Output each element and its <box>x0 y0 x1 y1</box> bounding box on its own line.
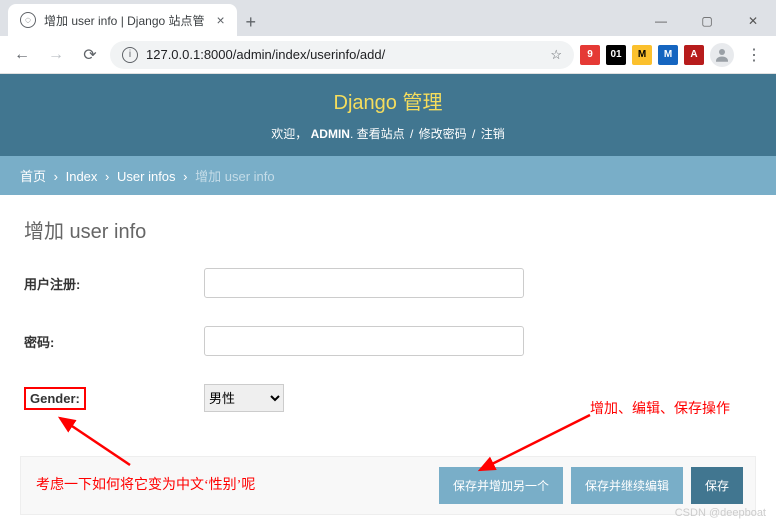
page-title: 增加 user info <box>24 215 752 244</box>
gender-select[interactable]: 男性 <box>204 384 284 412</box>
maximize-button[interactable]: ▢ <box>684 6 730 36</box>
ext-icon-4[interactable]: M <box>658 45 678 65</box>
reload-button[interactable]: ⟳ <box>76 41 104 69</box>
tab-title: 增加 user info | Django 站点管 <box>44 12 205 29</box>
ext-icon-1[interactable]: 9 <box>580 45 600 65</box>
extension-icons: 9 01 M M A <box>580 45 704 65</box>
view-site-link[interactable]: 查看站点 <box>357 127 405 141</box>
change-password-link[interactable]: 修改密码 <box>419 127 467 141</box>
user-links: 欢迎， ADMIN. 查看站点 / 修改密码 / 注销 <box>0 125 776 142</box>
breadcrumb-current: 增加 user info <box>195 169 274 184</box>
breadcrumb-app[interactable]: Index <box>66 169 98 184</box>
browser-tab-strip: ◌ 增加 user info | Django 站点管 × + — ▢ ✕ <box>0 0 776 36</box>
watermark: CSDN @deepboat <box>675 507 766 519</box>
form-row-username: 用户注册: <box>24 268 752 298</box>
logout-link[interactable]: 注销 <box>481 127 505 141</box>
django-header: Django 管理 欢迎， ADMIN. 查看站点 / 修改密码 / 注销 <box>0 74 776 156</box>
info-icon[interactable]: i <box>122 47 138 63</box>
close-window-button[interactable]: ✕ <box>730 6 776 36</box>
breadcrumb: 首页 › Index › User infos › 增加 user info <box>0 156 776 195</box>
address-bar[interactable]: i 127.0.0.1:8000/admin/index/userinfo/ad… <box>110 41 574 69</box>
username-label: 用户注册: <box>24 274 204 293</box>
forward-button[interactable]: → <box>42 41 70 69</box>
ext-icon-5[interactable]: A <box>684 45 704 65</box>
username-input[interactable] <box>204 268 524 298</box>
welcome-text: 欢迎， <box>271 127 307 141</box>
content: 增加 user info 用户注册: 密码: Gender: 男性 <box>0 195 776 460</box>
save-button[interactable]: 保存 <box>691 467 743 504</box>
gender-label-text: Gender: <box>24 387 86 410</box>
site-title: Django 管理 <box>0 86 776 115</box>
annotation-right: 增加、编辑、保存操作 <box>590 398 730 418</box>
browser-toolbar: ← → ⟳ i 127.0.0.1:8000/admin/index/useri… <box>0 36 776 74</box>
menu-button[interactable]: ⋮ <box>740 45 768 65</box>
gender-label: Gender: <box>24 391 204 406</box>
save-add-another-button[interactable]: 保存并增加另一个 <box>439 467 563 504</box>
window-controls: — ▢ ✕ <box>638 6 776 36</box>
bookmark-icon[interactable]: ☆ <box>550 47 562 63</box>
annotation-left: 考虑一下如何将它变为中文‘性别’呢 <box>36 474 255 494</box>
breadcrumb-home[interactable]: 首页 <box>20 169 46 184</box>
globe-icon: ◌ <box>20 12 36 28</box>
breadcrumb-model[interactable]: User infos <box>117 169 176 184</box>
browser-tab[interactable]: ◌ 增加 user info | Django 站点管 × <box>8 4 237 36</box>
profile-avatar[interactable] <box>710 43 734 67</box>
form-row-password: 密码: <box>24 326 752 356</box>
url-text: 127.0.0.1:8000/admin/index/userinfo/add/ <box>146 47 385 62</box>
ext-icon-2[interactable]: 01 <box>606 45 626 65</box>
ext-icon-3[interactable]: M <box>632 45 652 65</box>
new-tab-button[interactable]: + <box>237 8 265 36</box>
back-button[interactable]: ← <box>8 41 36 69</box>
password-label: 密码: <box>24 332 204 351</box>
password-input[interactable] <box>204 326 524 356</box>
minimize-button[interactable]: — <box>638 6 684 36</box>
close-icon[interactable]: × <box>217 12 225 28</box>
save-continue-button[interactable]: 保存并继续编辑 <box>571 467 683 504</box>
username: ADMIN <box>311 127 350 141</box>
